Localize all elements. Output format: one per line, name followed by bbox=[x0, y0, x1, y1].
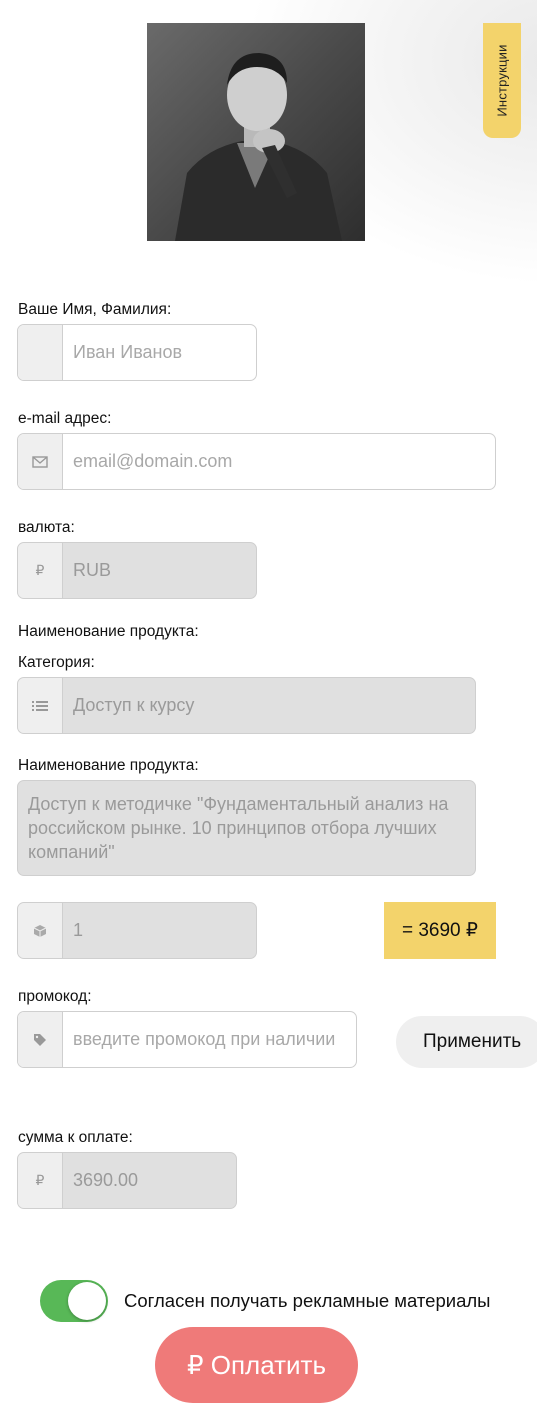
name-addon bbox=[18, 325, 63, 380]
total-value: 3690.00 bbox=[73, 1170, 139, 1190]
ruble-icon: ₽ bbox=[18, 1153, 63, 1208]
instructions-tab[interactable]: Инструкции bbox=[483, 23, 521, 138]
total-label: сумма к оплате: bbox=[18, 1129, 133, 1146]
toggle-knob bbox=[68, 1282, 106, 1320]
total-field: ₽ 3690.00 bbox=[17, 1152, 237, 1209]
envelope-icon bbox=[18, 434, 63, 489]
apply-promo-button[interactable]: Применить bbox=[396, 1016, 537, 1068]
name-field[interactable]: Иван Иванов bbox=[17, 324, 257, 381]
list-icon bbox=[18, 678, 63, 733]
pay-button[interactable]: ₽ Оплатить bbox=[155, 1327, 358, 1403]
tag-icon bbox=[18, 1012, 63, 1067]
currency-label: валюта: bbox=[18, 519, 75, 536]
promo-field[interactable]: введите промокод при наличии bbox=[17, 1011, 357, 1068]
email-label: e-mail адрес: bbox=[18, 410, 112, 427]
currency-field: ₽ RUB bbox=[17, 542, 257, 599]
product-section-label: Наименование продукта: bbox=[18, 623, 199, 640]
name-input[interactable]: Иван Иванов bbox=[63, 325, 256, 380]
currency-value: RUB bbox=[73, 560, 112, 580]
instructions-tab-label: Инструкции bbox=[494, 44, 510, 117]
category-value: Доступ к курсу bbox=[73, 695, 195, 715]
ruble-icon: ₽ bbox=[18, 543, 63, 598]
category-field: Доступ к курсу bbox=[17, 677, 476, 734]
email-input[interactable]: email@domain.com bbox=[63, 434, 495, 489]
box-icon bbox=[18, 903, 63, 958]
profile-photo bbox=[147, 23, 365, 241]
consent-toggle[interactable] bbox=[40, 1280, 108, 1322]
promo-label: промокод: bbox=[18, 988, 92, 1005]
portrait-image bbox=[147, 23, 365, 241]
quantity-value: 1 bbox=[73, 920, 84, 940]
product-textarea: Доступ к методичке "Фундаментальный анал… bbox=[17, 780, 476, 876]
category-label: Категория: bbox=[18, 654, 95, 671]
product-label: Наименование продукта: bbox=[18, 757, 199, 774]
email-field[interactable]: email@domain.com bbox=[17, 433, 496, 490]
name-label: Ваше Имя, Фамилия: bbox=[18, 301, 172, 318]
consent-label: Согласен получать рекламные материалы bbox=[124, 1290, 491, 1311]
quantity-field: 1 bbox=[17, 902, 257, 959]
promo-input[interactable]: введите промокод при наличии bbox=[63, 1012, 356, 1067]
price-badge: = 3690 ₽ bbox=[384, 902, 496, 959]
